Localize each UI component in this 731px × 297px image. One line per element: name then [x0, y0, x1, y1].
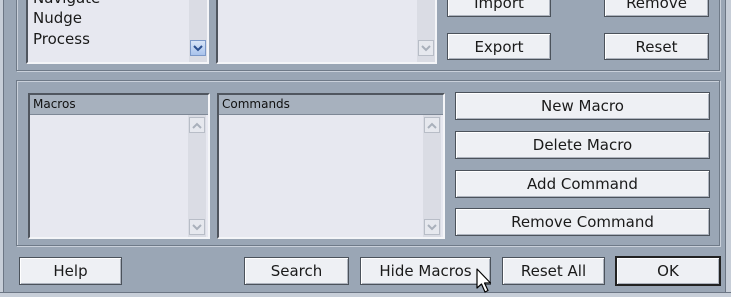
remove-button[interactable]: Remove: [604, 0, 709, 17]
reset-button[interactable]: Reset: [604, 33, 709, 60]
list-item[interactable]: Navigate: [33, 0, 100, 8]
delete-macro-button[interactable]: Delete Macro: [455, 131, 710, 159]
remove-command-button[interactable]: Remove Command: [455, 208, 710, 236]
chevron-up-icon[interactable]: [424, 117, 440, 133]
macros-list[interactable]: Macros: [28, 93, 210, 239]
hide-macros-button[interactable]: Hide Macros: [360, 257, 491, 285]
commands-list-top[interactable]: [216, 0, 437, 64]
window-frame-bottom: [0, 292, 731, 297]
chevron-down-icon[interactable]: [190, 40, 206, 56]
commands-list-header: Commands: [219, 95, 443, 115]
categories-list[interactable]: Navigate Nudge Process: [26, 0, 209, 64]
ok-button[interactable]: OK: [615, 256, 721, 286]
window-frame-right: [725, 0, 731, 297]
list-item[interactable]: Process: [33, 29, 90, 49]
commands-list[interactable]: Commands: [217, 93, 445, 239]
search-button[interactable]: Search: [244, 257, 349, 285]
help-button[interactable]: Help: [19, 257, 122, 285]
window-frame-left: [0, 0, 4, 297]
chevron-up-icon[interactable]: [189, 117, 205, 133]
export-button[interactable]: Export: [447, 33, 551, 60]
chevron-down-icon[interactable]: [189, 219, 205, 235]
chevron-down-icon[interactable]: [418, 40, 434, 56]
import-button[interactable]: Import: [447, 0, 551, 17]
macros-list-header: Macros: [30, 95, 208, 115]
new-macro-button[interactable]: New Macro: [455, 92, 710, 120]
chevron-down-icon[interactable]: [424, 219, 440, 235]
list-item[interactable]: Nudge: [33, 8, 82, 28]
add-command-button[interactable]: Add Command: [455, 170, 710, 198]
reset-all-button[interactable]: Reset All: [502, 257, 605, 285]
